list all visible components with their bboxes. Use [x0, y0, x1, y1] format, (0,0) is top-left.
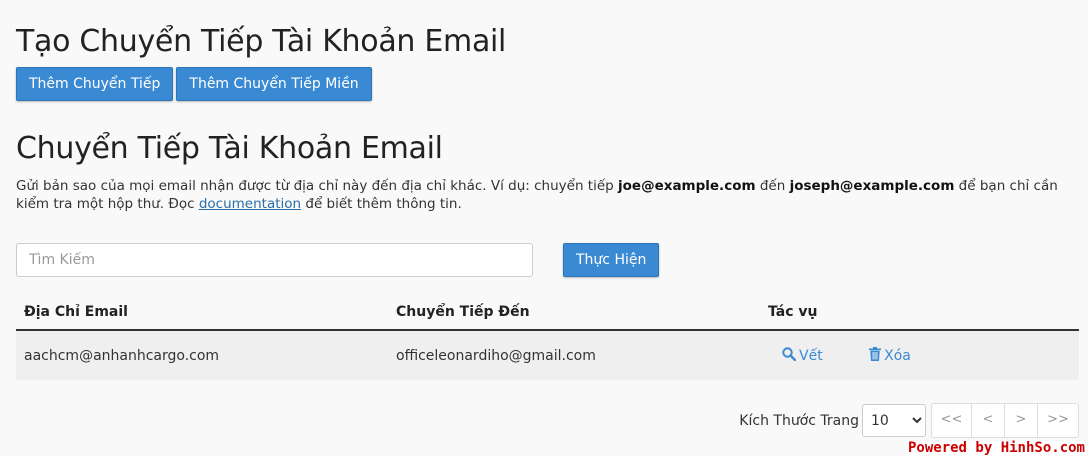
- trace-button[interactable]: Vết: [782, 346, 823, 365]
- page-size-label: Kích Thước Trang: [739, 412, 859, 429]
- section-title: Chuyển Tiếp Tài Khoản Email: [16, 131, 443, 166]
- description-text: để biết thêm thông tin.: [301, 196, 462, 212]
- section-description: Gửi bản sao của mọi email nhận được từ đ…: [16, 177, 1076, 213]
- description-text: Gửi bản sao của mọi email nhận được từ đ…: [16, 178, 619, 194]
- page-size-select[interactable]: 10: [862, 404, 926, 437]
- first-page-button[interactable]: <<: [932, 404, 972, 437]
- description-text: đến: [755, 178, 790, 194]
- table-header-row: Địa Chỉ Email Chuyển Tiếp Đến Tác vụ: [16, 295, 1079, 331]
- documentation-link[interactable]: documentation: [199, 196, 301, 212]
- email-cell: aachcm@anhanhcargo.com: [16, 330, 388, 380]
- forwarders-table: Địa Chỉ Email Chuyển Tiếp Đến Tác vụ aac…: [16, 295, 1079, 380]
- delete-button[interactable]: Xóa: [869, 346, 911, 365]
- page: Tạo Chuyển Tiếp Tài Khoản Email Thêm Chu…: [0, 0, 1088, 456]
- table-row: aachcm@anhanhcargo.com officeleonardiho@…: [16, 330, 1079, 380]
- delete-label: Xóa: [884, 347, 911, 364]
- add-forwarder-button[interactable]: Thêm Chuyển Tiếp: [16, 67, 174, 101]
- page-title: Tạo Chuyển Tiếp Tài Khoản Email: [16, 24, 507, 59]
- search-input[interactable]: [16, 243, 533, 277]
- pagination: Kích Thước Trang 10 << < > >>: [739, 403, 1079, 438]
- column-header-email[interactable]: Địa Chỉ Email: [16, 295, 388, 331]
- pagination-buttons: << < > >>: [931, 403, 1079, 438]
- next-page-button[interactable]: >: [1005, 404, 1038, 437]
- column-header-forward-to[interactable]: Chuyển Tiếp Đến: [388, 295, 760, 331]
- action-button-row: Thêm Chuyển Tiếp Thêm Chuyển Tiếp Miền: [16, 67, 1079, 101]
- example-to-email: joseph@example.com: [789, 178, 955, 194]
- trace-label: Vết: [799, 347, 823, 364]
- add-domain-forwarder-button[interactable]: Thêm Chuyển Tiếp Miền: [176, 67, 372, 101]
- trash-icon: [869, 346, 882, 365]
- prev-page-button[interactable]: <: [972, 404, 1005, 437]
- actions-cell: Vết Xóa: [760, 330, 1079, 380]
- column-header-actions: Tác vụ: [760, 295, 1079, 331]
- search-go-button[interactable]: Thực Hiện: [563, 243, 660, 277]
- example-from-email: joe@example.com: [618, 178, 756, 194]
- watermark: Powered by HinhSo.com: [905, 440, 1087, 456]
- forward-to-cell: officeleonardiho@gmail.com: [388, 330, 760, 380]
- search-icon: [782, 346, 797, 365]
- last-page-button[interactable]: >>: [1038, 404, 1078, 437]
- search-row: Thực Hiện: [16, 243, 1079, 277]
